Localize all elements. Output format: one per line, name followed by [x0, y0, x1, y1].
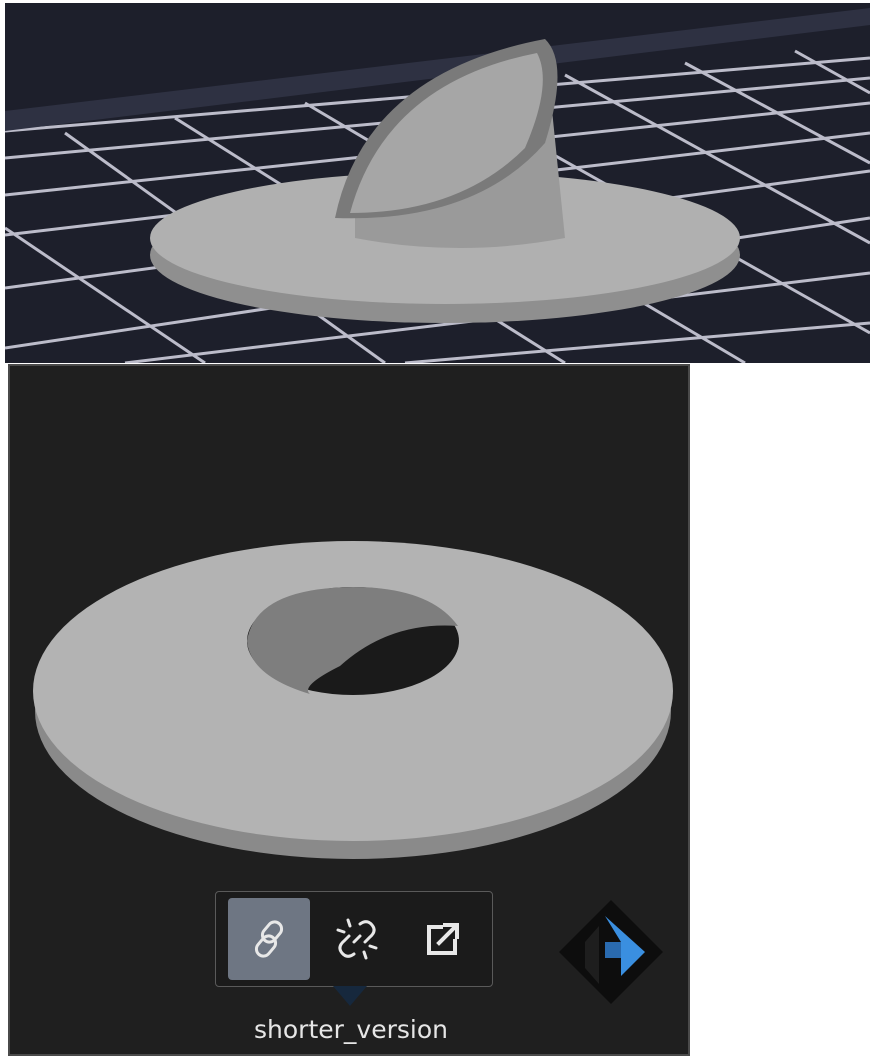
model-preview-card[interactable]: shorter_version	[8, 364, 690, 1056]
app-page: shorter_version	[0, 0, 870, 1059]
unlink-button[interactable]	[316, 898, 398, 980]
viewport-scene	[5, 8, 870, 363]
3d-viewport[interactable]	[5, 3, 870, 363]
model-toolbar	[215, 891, 493, 987]
app-logo-icon	[559, 900, 663, 1004]
link-icon	[254, 920, 284, 958]
open-external-icon	[427, 923, 459, 955]
unlink-icon	[336, 918, 378, 960]
link-button[interactable]	[228, 898, 310, 980]
open-external-button[interactable]	[402, 898, 484, 980]
toolbar-pointer	[333, 986, 367, 1006]
model-file-name: shorter_version	[254, 1015, 448, 1044]
